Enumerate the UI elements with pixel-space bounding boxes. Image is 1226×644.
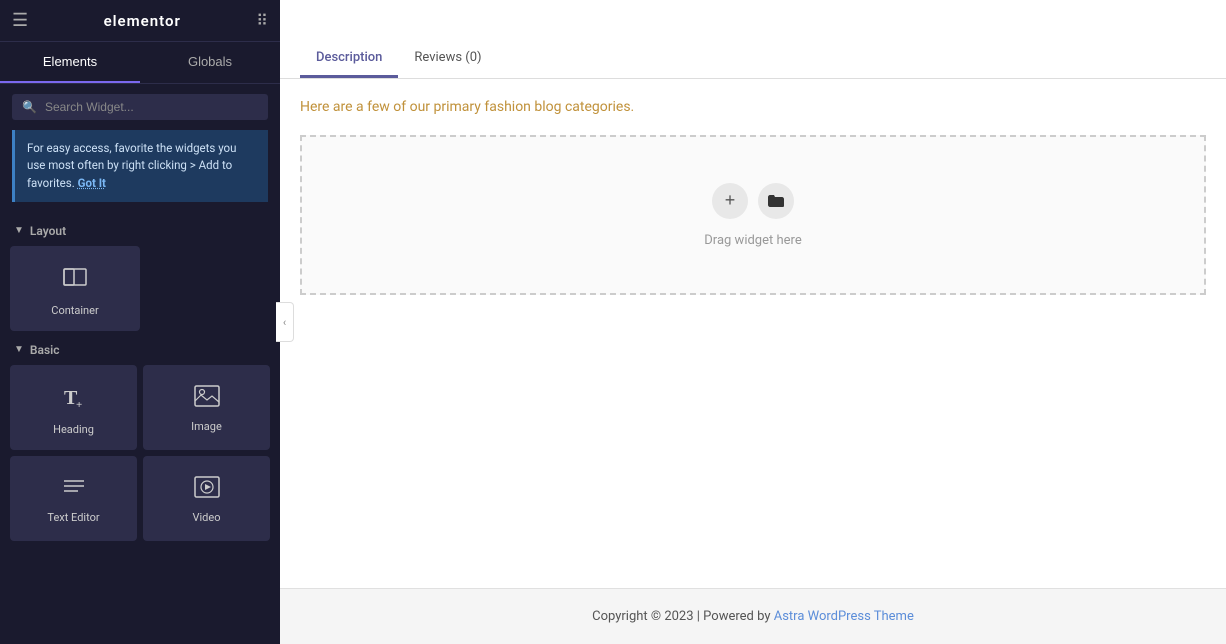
basic-arrow-icon: ▼ (14, 344, 24, 355)
tip-text: For easy access, favorite the widgets yo… (27, 141, 236, 190)
footer-text: Copyright © 2023 | Powered by (592, 609, 774, 624)
add-widget-button[interactable]: + (712, 183, 748, 219)
top-spacer (280, 0, 1226, 40)
hamburger-icon[interactable]: ☰ (12, 10, 28, 31)
tab-description[interactable]: Description (300, 40, 398, 78)
page-content: Description Reviews (0) Here are a few o… (280, 40, 1226, 588)
collapse-handle[interactable]: ‹ (276, 302, 294, 342)
container-section: Container (0, 246, 280, 331)
layout-section-header: ▼ Layout (0, 212, 280, 246)
page-footer: Copyright © 2023 | Powered by Astra Word… (280, 588, 1226, 644)
basic-section-label: Basic (30, 343, 60, 357)
container-icon (61, 263, 89, 296)
search-area: 🔍 (0, 84, 280, 130)
grid-icon[interactable]: ⠿ (256, 11, 268, 30)
main-canvas: Description Reviews (0) Here are a few o… (280, 0, 1226, 644)
text-editor-label: Text Editor (47, 511, 99, 524)
product-tabs: Description Reviews (0) (280, 40, 1226, 79)
video-label: Video (193, 511, 221, 524)
container-label: Container (51, 304, 98, 317)
image-label: Image (191, 420, 222, 433)
canvas: Description Reviews (0) Here are a few o… (280, 0, 1226, 644)
text-editor-icon (60, 476, 88, 503)
video-icon (193, 476, 221, 503)
sidebar-header: ☰ elementor ⠿ (0, 0, 280, 42)
got-it-link[interactable]: Got It (78, 176, 106, 190)
text-editor-widget[interactable]: Text Editor (10, 456, 137, 541)
tip-box: For easy access, favorite the widgets yo… (12, 130, 268, 202)
container-widget[interactable]: Container (10, 246, 140, 331)
search-icon: 🔍 (22, 100, 37, 114)
heading-label: Heading (53, 423, 94, 436)
description-text: Here are a few of our primary fashion bl… (280, 79, 1226, 125)
drop-zone-wrapper: + Drag widget here (280, 125, 1226, 325)
sidebar-content: ▼ Layout Container ▼ Basic (0, 212, 280, 644)
layout-section-label: Layout (30, 224, 66, 238)
drag-text: Drag widget here (704, 233, 801, 248)
sidebar: ☰ elementor ⠿ Elements Globals 🔍 For eas… (0, 0, 280, 644)
tab-globals[interactable]: Globals (140, 42, 280, 83)
template-button[interactable] (758, 183, 794, 219)
search-input[interactable] (45, 100, 258, 114)
basic-widget-grid: T + Heading Image (0, 365, 280, 541)
svg-text:+: + (76, 399, 82, 410)
tab-reviews[interactable]: Reviews (0) (398, 40, 497, 78)
video-widget[interactable]: Video (143, 456, 270, 541)
drop-zone[interactable]: + Drag widget here (300, 135, 1206, 295)
search-input-wrap: 🔍 (12, 94, 268, 120)
image-widget[interactable]: Image (143, 365, 270, 450)
layout-arrow-icon: ▼ (14, 225, 24, 236)
tab-elements[interactable]: Elements (0, 42, 140, 83)
drop-zone-buttons: + (712, 183, 794, 219)
app-logo: elementor (104, 12, 181, 30)
heading-icon: T + (60, 382, 88, 415)
basic-section-header: ▼ Basic (0, 331, 280, 365)
sidebar-tabs: Elements Globals (0, 42, 280, 84)
footer-link[interactable]: Astra WordPress Theme (774, 609, 914, 624)
image-icon (193, 385, 221, 412)
heading-widget[interactable]: T + Heading (10, 365, 137, 450)
